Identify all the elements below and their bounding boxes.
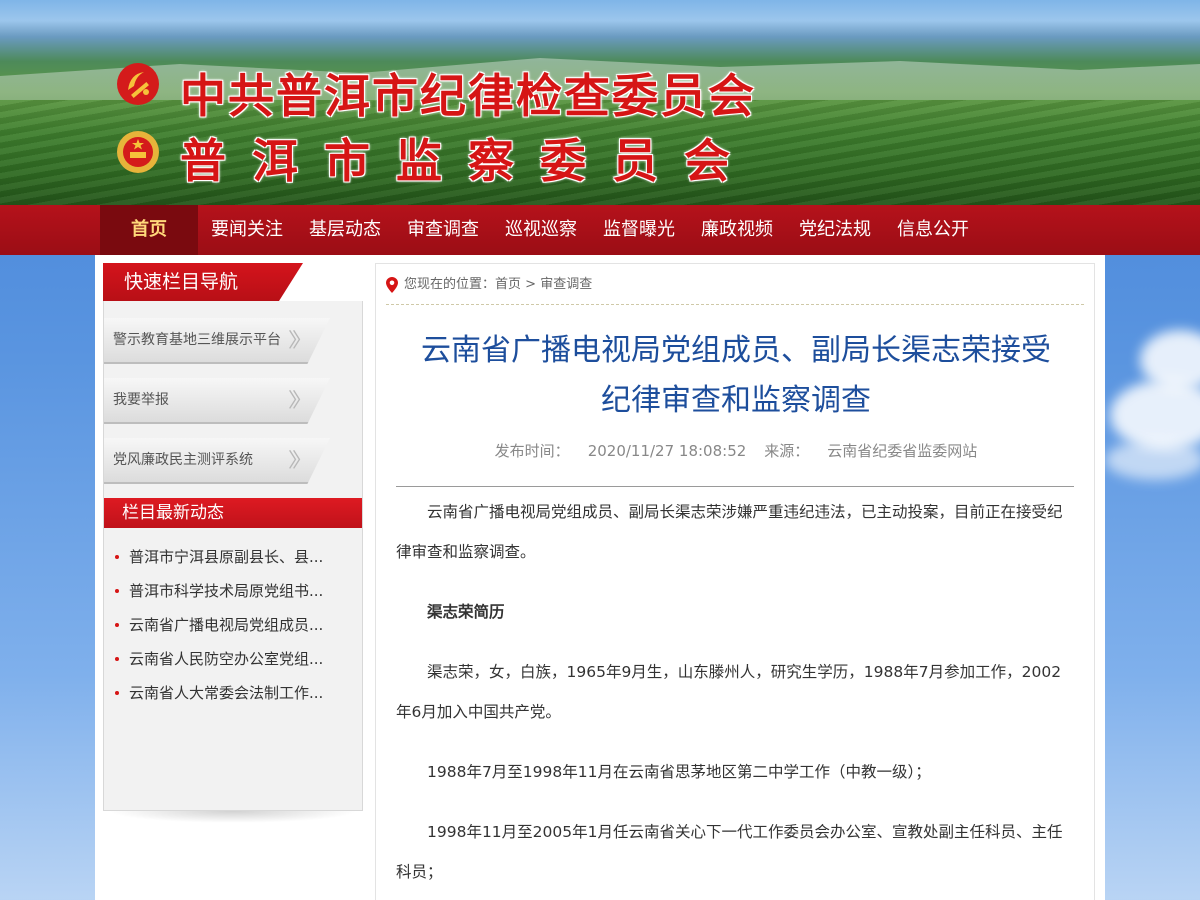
publish-time: 2020/11/27 18:08:52 <box>587 442 747 460</box>
nav-item-exposure[interactable]: 监督曝光 <box>590 205 688 255</box>
nav-item-regulations[interactable]: 党纪法规 <box>786 205 884 255</box>
quick-link-warning-education[interactable]: 警示教育基地三维展示平台 〉〉 <box>104 318 330 364</box>
article-panel: 您现在的位置：首页 > 审查调查 云南省广播电视局党组成员、副局长渠志荣接受 纪… <box>375 263 1095 900</box>
news-item[interactable]: 云南省人大常委会法制工作... <box>104 676 362 710</box>
nav-item-info-disclosure[interactable]: 信息公开 <box>884 205 982 255</box>
banner-title-commission: 中共普洱市纪律检查委员会 <box>180 69 756 123</box>
news-item-label: 云南省人民防空办公室党组... <box>129 650 324 668</box>
main-nav: 首页 要闻关注 基层动态 审查调查 巡视巡察 监督曝光 廉政视频 党纪法规 信息… <box>0 205 1200 255</box>
nav-item-investigation[interactable]: 审查调查 <box>394 205 492 255</box>
article-title: 云南省广播电视局党组成员、副局长渠志荣接受 纪律审查和监察调查 <box>376 326 1096 426</box>
nav-item-news-focus[interactable]: 要闻关注 <box>198 205 296 255</box>
banner-title-supervision: 普洱市监察委员会 <box>180 134 756 188</box>
article-body: 云南省广播电视局党组成员、副局长渠志荣涉嫌严重违纪违法，已主动投案，目前正在接受… <box>396 492 1076 900</box>
quick-link-report[interactable]: 我要举报 〉〉 <box>104 378 330 424</box>
article-subheading: 渠志荣简历 <box>427 603 505 621</box>
breadcrumb-separator: > <box>525 277 537 292</box>
nav-item-inspection[interactable]: 巡视巡察 <box>492 205 590 255</box>
news-item-label: 普洱市宁洱县原副县长、县... <box>129 548 324 566</box>
bullet-icon <box>115 589 119 593</box>
publish-time-label: 发布时间： <box>494 442 570 460</box>
nav-item-grassroots[interactable]: 基层动态 <box>296 205 394 255</box>
article-meta: 发布时间： 2020/11/27 18:08:52 来源： 云南省纪委省监委网站 <box>376 440 1096 461</box>
article-source: 云南省纪委省监委网站 <box>827 442 978 460</box>
news-item[interactable]: 云南省广播电视局党组成员... <box>104 608 362 642</box>
quick-link-label: 我要举报 <box>113 392 169 408</box>
bullet-icon <box>115 657 119 661</box>
news-item-label: 普洱市科学技术局原党组书... <box>129 582 324 600</box>
sidebar-shadow <box>108 811 358 823</box>
quick-link-label: 党风廉政民主测评系统 <box>113 452 253 468</box>
bullet-icon <box>115 555 119 559</box>
article-paragraph: 1988年7月至1998年11月在云南省思茅地区第二中学工作（中教一级）； <box>427 763 931 781</box>
breadcrumb: 您现在的位置：首页 > 审查调查 <box>386 274 592 296</box>
article-paragraph: 云南省广播电视局党组成员、副局长渠志荣涉嫌严重违纪违法，已主动投案，目前正在接受… <box>396 503 1063 561</box>
quicknav-heading: 快速栏目导航 <box>103 263 303 301</box>
quick-link-label: 警示教育基地三维展示平台 <box>113 332 281 348</box>
article-title-line: 纪律审查和监察调查 <box>601 383 871 418</box>
breadcrumb-current-link[interactable]: 审查调查 <box>540 277 592 292</box>
cloud-decoration <box>1105 440 1200 480</box>
article-paragraph: 渠志荣，女，白族，1965年9月生，山东滕州人，研究生学历，1988年7月参加工… <box>396 663 1062 721</box>
header-banner: 中共普洱市纪律检查委员会 普洱市监察委员会 <box>0 0 1200 205</box>
news-item[interactable]: 普洱市科学技术局原党组书... <box>104 574 362 608</box>
party-emblem-icon <box>117 63 159 105</box>
nav-item-home[interactable]: 首页 <box>100 205 198 255</box>
nav-item-video[interactable]: 廉政视频 <box>688 205 786 255</box>
bullet-icon <box>115 691 119 695</box>
article-title-line: 云南省广播电视局党组成员、副局长渠志荣接受 <box>421 333 1051 368</box>
double-chevron-icon: 〉〉 <box>288 388 312 412</box>
quick-link-evaluation-system[interactable]: 党风廉政民主测评系统 〉〉 <box>104 438 330 484</box>
breadcrumb-prefix: 您现在的位置： <box>404 277 496 292</box>
news-item[interactable]: 普洱市宁洱县原副县长、县... <box>104 540 362 574</box>
bullet-icon <box>115 623 119 627</box>
news-item[interactable]: 云南省人民防空办公室党组... <box>104 642 362 676</box>
double-chevron-icon: 〉〉 <box>288 328 312 352</box>
breadcrumb-divider <box>386 304 1084 305</box>
national-emblem-icon <box>117 131 159 173</box>
news-item-label: 云南省人大常委会法制工作... <box>129 684 324 702</box>
breadcrumb-home-link[interactable]: 首页 <box>495 277 521 292</box>
article-paragraph: 1998年11月至2005年1月任云南省关心下一代工作委员会办公室、宣教处副主任… <box>396 823 1063 881</box>
latest-news-heading: 栏目最新动态 <box>104 498 362 528</box>
location-pin-icon <box>386 276 398 293</box>
double-chevron-icon: 〉〉 <box>288 448 312 472</box>
latest-news-list: 普洱市宁洱县原副县长、县... 普洱市科学技术局原党组书... 云南省广播电视局… <box>104 540 362 710</box>
source-label: 来源： <box>764 442 810 460</box>
news-item-label: 云南省广播电视局党组成员... <box>129 616 324 634</box>
meta-divider <box>396 486 1074 487</box>
